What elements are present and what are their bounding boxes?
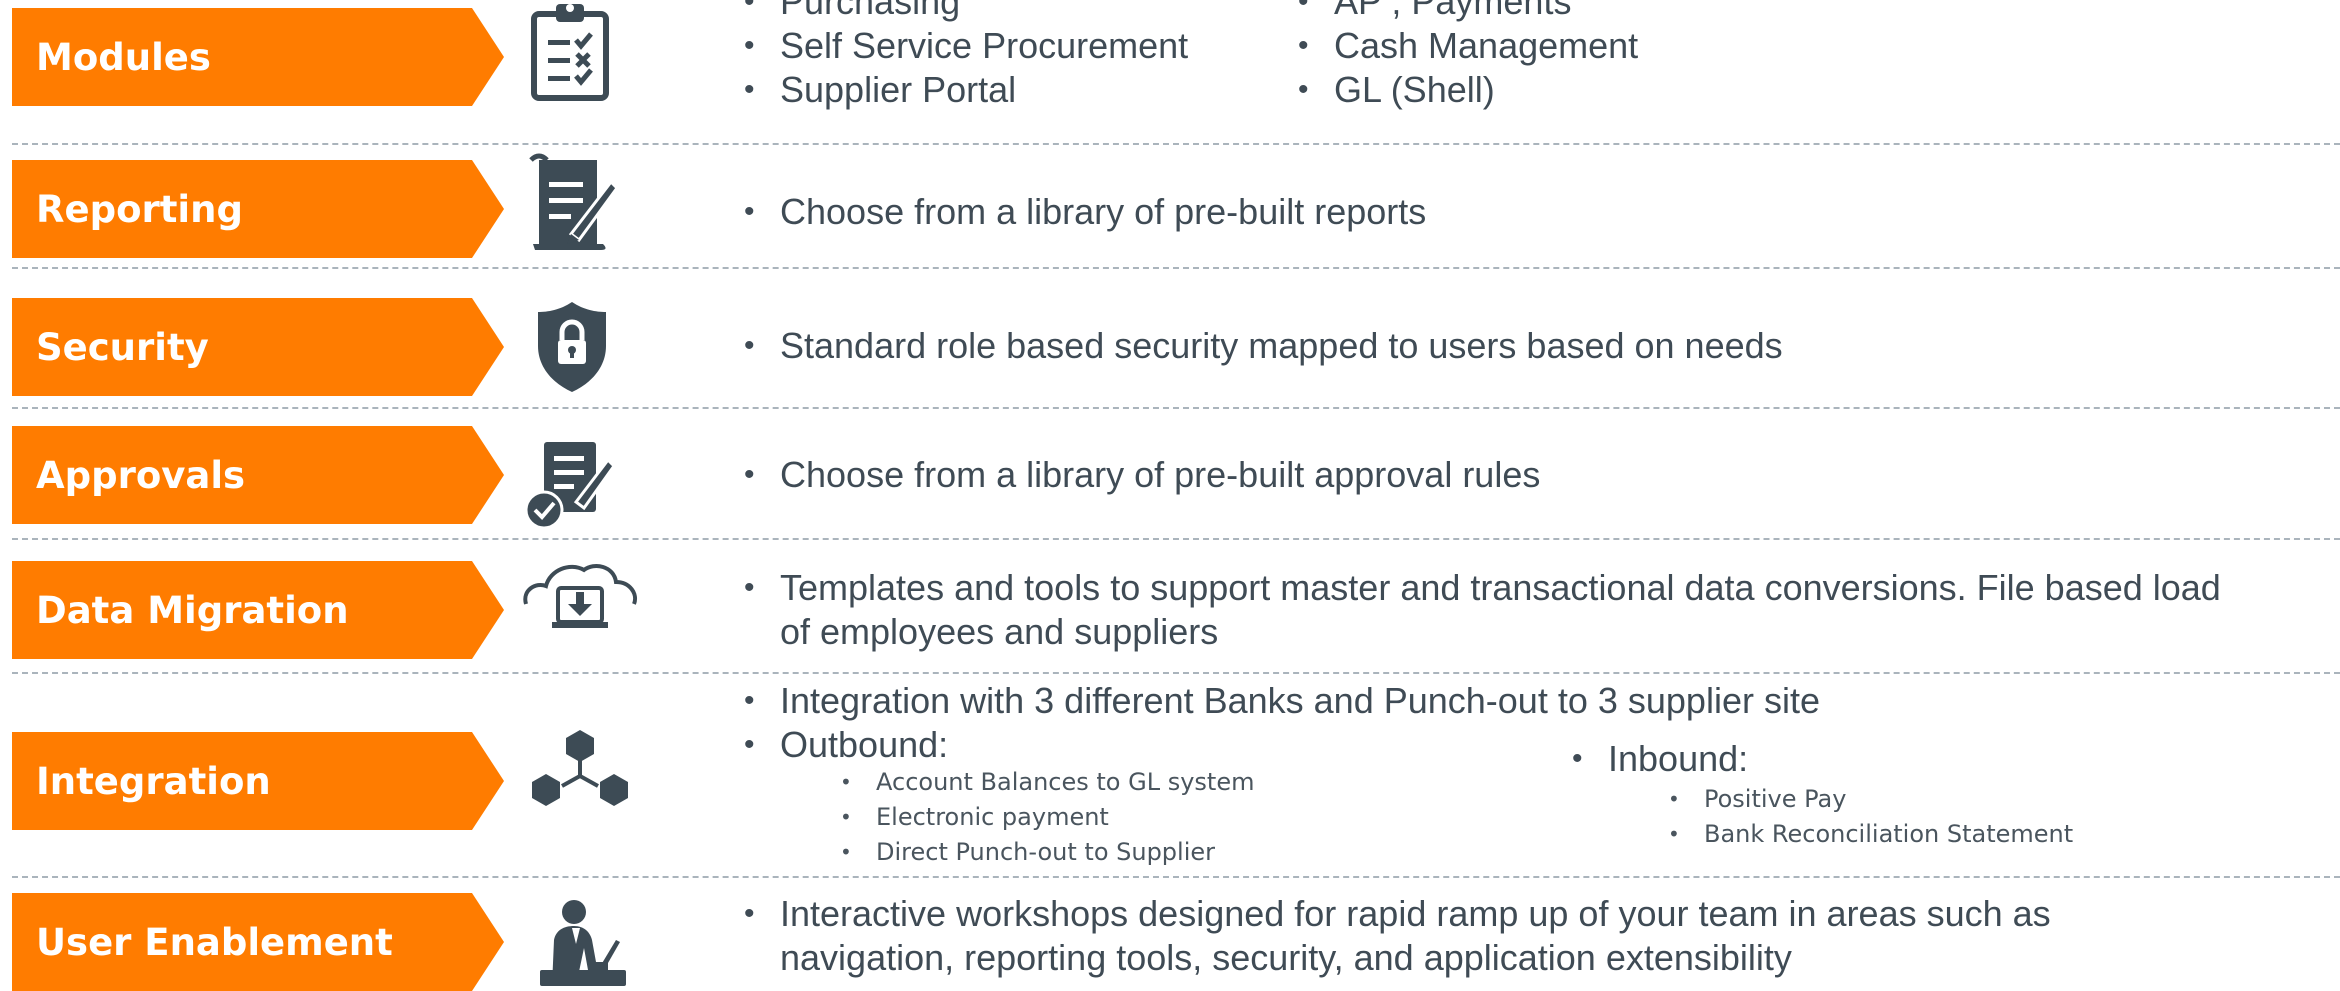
outbound-title: Outbound:: [744, 723, 1944, 767]
list-item: Supplier Portal: [744, 68, 1188, 112]
list-item: Standard role based security mapped to u…: [744, 324, 1783, 368]
security-label: Security: [12, 298, 504, 396]
cloud-download-icon: [518, 560, 642, 640]
security-list: Standard role based security mapped to u…: [744, 324, 1783, 368]
divider: [12, 538, 2340, 540]
divider: [12, 267, 2340, 269]
list-item: Self Service Procurement: [744, 24, 1188, 68]
approvals-label: Approvals: [12, 426, 504, 524]
list-item: Choose from a library of pre-built repor…: [744, 190, 1426, 234]
outbound-list: Account Balances to GL system Electronic…: [840, 765, 1254, 870]
list-item: Account Balances to GL system: [840, 765, 1254, 800]
list-item: AP , Payments: [1298, 0, 1638, 24]
reporting-list: Choose from a library of pre-built repor…: [744, 190, 1426, 234]
list-item: Cash Management: [1298, 24, 1638, 68]
list-item: Purchasing: [744, 0, 1188, 24]
data-migration-list: Templates and tools to support master an…: [744, 566, 2244, 654]
divider: [12, 407, 2340, 409]
modules-list-left: Purchasing Self Service Procurement Supp…: [744, 0, 1188, 112]
data-migration-label: Data Migration: [12, 561, 504, 659]
integration-label: Integration: [12, 732, 504, 830]
list-item: Templates and tools to support master an…: [744, 566, 2244, 654]
document-pen-icon: [515, 152, 625, 252]
hexagon-network-icon: [528, 728, 632, 814]
integration-list: Integration with 3 different Banks and P…: [744, 679, 1944, 767]
inbound-title: Inbound:: [1572, 737, 1748, 781]
user-enablement-list: Interactive workshops designed for rapid…: [744, 892, 2144, 980]
list-item: Positive Pay: [1668, 782, 2073, 817]
list-item: Bank Reconciliation Statement: [1668, 817, 2073, 852]
list-item: Direct Punch-out to Supplier: [840, 835, 1254, 870]
approval-document-icon: [522, 436, 617, 531]
list-item: Interactive workshops designed for rapid…: [744, 892, 2144, 980]
inbound-title-list: Inbound:: [1572, 737, 1748, 781]
user-enablement-label: User Enablement: [12, 893, 504, 991]
list-item: Integration with 3 different Banks and P…: [744, 679, 1944, 723]
list-item: Choose from a library of pre-built appro…: [744, 453, 1540, 497]
list-item: GL (Shell): [1298, 68, 1638, 112]
inbound-list: Positive Pay Bank Reconciliation Stateme…: [1668, 782, 2073, 852]
checklist-icon: [520, 0, 620, 104]
modules-label: Modules: [12, 8, 504, 106]
user-at-laptop-icon: [536, 896, 636, 986]
modules-list-right: AP , Payments Cash Management GL (Shell): [1298, 0, 1638, 112]
divider: [12, 143, 2340, 145]
reporting-label: Reporting: [12, 160, 504, 258]
divider: [12, 672, 2340, 674]
approvals-list: Choose from a library of pre-built appro…: [744, 453, 1540, 497]
shield-lock-icon: [532, 298, 612, 394]
list-item: Electronic payment: [840, 800, 1254, 835]
divider: [12, 876, 2340, 878]
